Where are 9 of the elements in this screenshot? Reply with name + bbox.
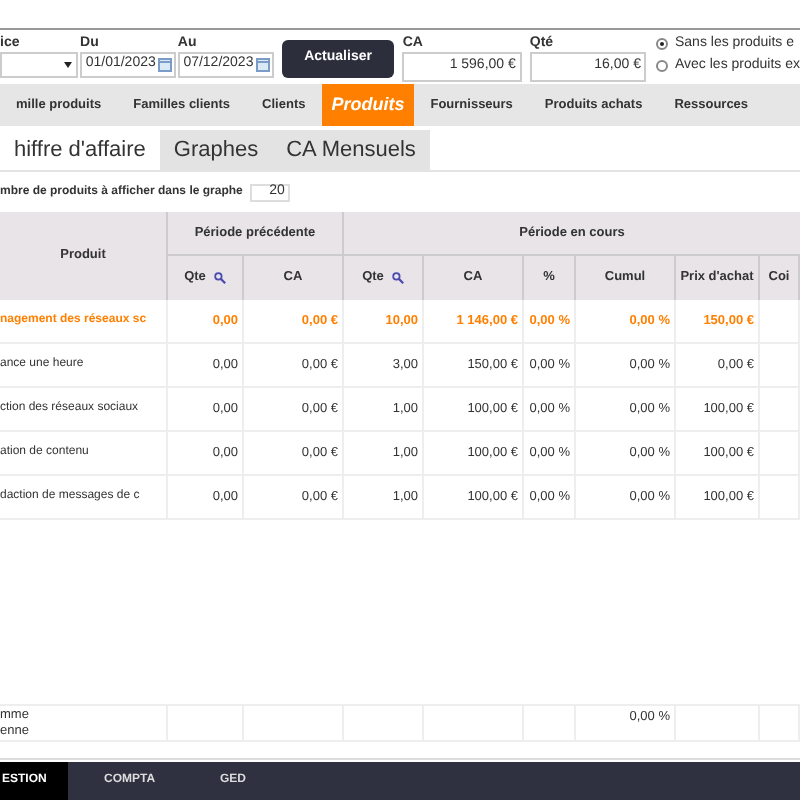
caret-icon — [64, 62, 73, 68]
radio-button[interactable] — [656, 38, 669, 50]
search-icon[interactable] — [391, 272, 404, 284]
subtab[interactable]: CA Mensuels — [272, 130, 430, 170]
radio-button[interactable] — [656, 60, 669, 72]
calendar-icon[interactable] — [255, 58, 270, 72]
calendar-icon[interactable] — [157, 58, 172, 72]
subtab[interactable]: Graphes — [159, 130, 273, 170]
search-icon[interactable] — [213, 272, 226, 284]
